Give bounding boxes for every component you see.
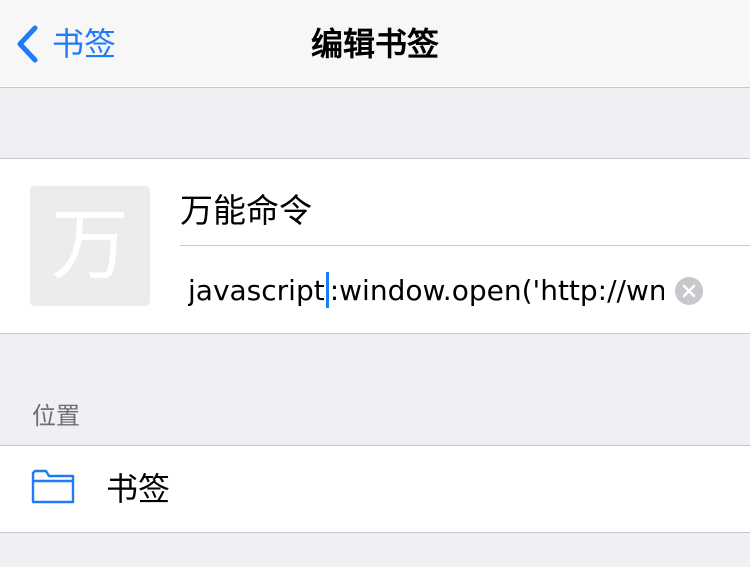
- bookmark-title-field[interactable]: 万能命令: [180, 179, 720, 243]
- url-text-after-caret: :window.open('http://wn.ru: [329, 274, 664, 307]
- clear-url-button[interactable]: [675, 277, 703, 305]
- navigation-bar: 书签 编辑书签: [0, 0, 750, 88]
- bookmark-thumbnail: 万: [30, 186, 150, 306]
- location-section-header: 位置: [32, 402, 80, 430]
- location-folder-label: 书签: [106, 470, 171, 508]
- folder-icon: [31, 467, 75, 509]
- text-caret: [325, 272, 329, 308]
- location-folder-row[interactable]: 书签: [0, 445, 750, 533]
- page-title: 编辑书签: [310, 25, 439, 63]
- clear-circle-icon: [675, 284, 703, 309]
- bookmark-url-field[interactable]: javascript:window.open('http://wn.ru: [188, 265, 664, 317]
- bookmark-edit-card: 万 万能命令 javascript:window.open('http://wn…: [0, 158, 750, 334]
- url-text-before-caret: javascript: [188, 274, 325, 307]
- field-divider: [180, 245, 750, 246]
